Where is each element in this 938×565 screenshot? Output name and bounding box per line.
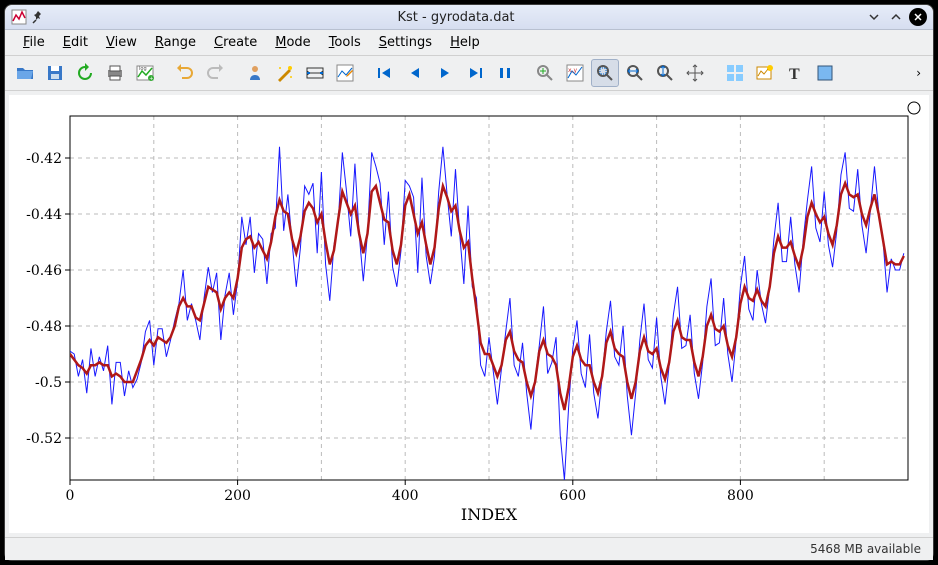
range-icon [305, 63, 325, 83]
new-tab-icon [755, 63, 775, 83]
data-wizard-icon [275, 63, 295, 83]
back-button[interactable] [401, 59, 429, 87]
menu-mode[interactable]: Mode [267, 33, 318, 52]
menu-tools[interactable]: Tools [321, 33, 369, 52]
statusbar: 5468 MB available [5, 537, 933, 560]
range-button[interactable] [301, 59, 329, 87]
print-button[interactable] [101, 59, 129, 87]
reload-icon [75, 63, 95, 83]
reload-button[interactable] [71, 59, 99, 87]
zoom-xy-button[interactable]: x,y [561, 59, 589, 87]
zoom-xy-icon: x,y [565, 63, 585, 83]
zoom-x-button[interactable] [621, 59, 649, 87]
new-tab-button[interactable] [751, 59, 779, 87]
window-minimize-button[interactable] [865, 8, 883, 26]
menu-file[interactable]: File [15, 33, 53, 52]
window-close-button[interactable] [909, 8, 927, 26]
plot-svg: -0.52 -0.5 -0.48 -0.46 -0.44 -0.42 0 200 400 600 8… [10, 96, 928, 532]
back-end-button[interactable] [371, 59, 399, 87]
zoom-x-icon [625, 63, 645, 83]
layout-grid-button[interactable] [721, 59, 749, 87]
text-button[interactable]: T [781, 59, 809, 87]
open-icon [15, 63, 35, 83]
menu-edit[interactable]: Edit [55, 33, 96, 52]
box-icon [815, 63, 835, 83]
data-manager-icon [245, 63, 265, 83]
menu-help[interactable]: Help [442, 33, 488, 52]
svg-text:-0.5: -0.5 [35, 375, 62, 391]
toolbar-overflow-button[interactable]: › [910, 66, 927, 80]
zoom-y-button[interactable] [651, 59, 679, 87]
move-button[interactable] [681, 59, 709, 87]
titlebar[interactable]: Kst - gyrodata.dat [5, 5, 933, 30]
toolbar: log+ x,y T › [5, 56, 933, 91]
forward-button[interactable] [431, 59, 459, 87]
edit-object-button[interactable] [331, 59, 359, 87]
redo-icon [205, 63, 225, 83]
app-icon [11, 9, 27, 25]
print-icon [105, 63, 125, 83]
log-icon: log+ [135, 63, 155, 83]
zoom-rect-icon [595, 63, 615, 83]
memory-status: 5468 MB available [810, 542, 921, 556]
forward-end-icon [465, 63, 485, 83]
forward-icon [435, 63, 455, 83]
data-wizard-button[interactable] [271, 59, 299, 87]
svg-text:INDEX: INDEX [461, 505, 518, 524]
menubar: FileEditViewRangeCreateModeToolsSettings… [5, 30, 933, 55]
svg-text:-0.44: -0.44 [26, 207, 62, 223]
window-title: Kst - gyrodata.dat [51, 10, 861, 25]
undo-button[interactable] [171, 59, 199, 87]
svg-text:400: 400 [392, 488, 419, 504]
svg-text:x,y: x,y [568, 67, 577, 74]
save-button[interactable] [41, 59, 69, 87]
svg-text:-0.48: -0.48 [26, 319, 62, 335]
pause-icon [495, 63, 515, 83]
svg-text:600: 600 [559, 488, 586, 504]
svg-text:-0.52: -0.52 [26, 431, 62, 447]
svg-text:T: T [789, 66, 800, 83]
svg-text:+: + [149, 76, 153, 82]
svg-text:-0.46: -0.46 [26, 263, 62, 279]
plot-area[interactable]: -0.52 -0.5 -0.48 -0.46 -0.44 -0.42 0 200 400 600 8… [9, 95, 929, 533]
svg-text:800: 800 [727, 488, 754, 504]
menu-settings[interactable]: Settings [371, 33, 440, 52]
back-end-icon [375, 63, 395, 83]
move-icon [685, 63, 705, 83]
menu-create[interactable]: Create [206, 33, 265, 52]
zoom-rect-button[interactable] [591, 59, 619, 87]
window-maximize-button[interactable] [887, 8, 905, 26]
open-button[interactable] [11, 59, 39, 87]
svg-text:0: 0 [66, 488, 75, 504]
save-icon [45, 63, 65, 83]
redo-button[interactable] [201, 59, 229, 87]
pause-button[interactable] [491, 59, 519, 87]
undo-icon [175, 63, 195, 83]
zoom-in-icon [535, 63, 555, 83]
pin-icon[interactable] [31, 10, 45, 24]
text-icon: T [785, 63, 805, 83]
zoom-y-icon [655, 63, 675, 83]
zoom-in-button[interactable] [531, 59, 559, 87]
edit-object-icon [335, 63, 355, 83]
log-button[interactable]: log+ [131, 59, 159, 87]
svg-text:-0.42: -0.42 [26, 151, 62, 167]
svg-text:200: 200 [224, 488, 251, 504]
box-button[interactable] [811, 59, 839, 87]
back-icon [405, 63, 425, 83]
menu-view[interactable]: View [98, 33, 145, 52]
menu-range[interactable]: Range [147, 33, 204, 52]
data-manager-button[interactable] [241, 59, 269, 87]
svg-text:log: log [139, 66, 147, 72]
layout-grid-icon [725, 63, 745, 83]
app-window: Kst - gyrodata.dat FileEditViewRangeCrea… [4, 4, 934, 561]
forward-end-button[interactable] [461, 59, 489, 87]
